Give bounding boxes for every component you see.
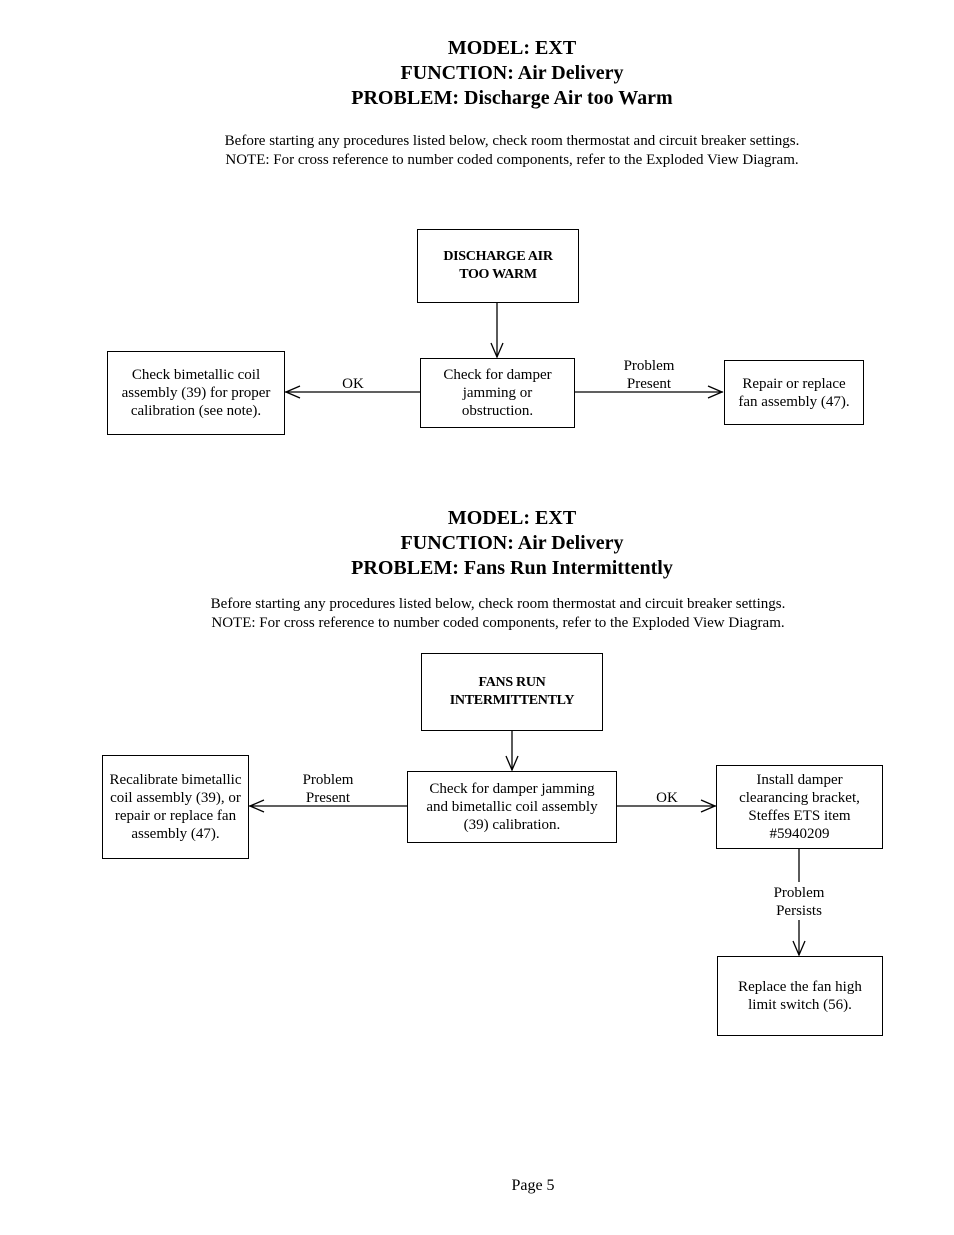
s2-bottom-box: Replace the fan high limit switch (56).	[717, 956, 883, 1036]
s2-right-text: Install damper clearancing bracket, Stef…	[739, 772, 860, 842]
s2-ok-label: OK	[656, 790, 678, 806]
s2-start-text: FANS RUN INTERMITTENTLY	[449, 675, 575, 708]
s1-right-box: Repair or replace fan assembly (47).	[724, 360, 864, 425]
section2-note1: Before starting any procedures listed be…	[210, 596, 786, 612]
s1-left-text: Check bimetallic coil assembly (39) for …	[121, 367, 271, 419]
s2-problem-label-2: Present	[305, 790, 351, 806]
s2-left-box: Recalibrate bimetallic coil assembly (39…	[102, 755, 249, 859]
s2-bottom-text: Replace the fan high limit switch (56).	[738, 979, 862, 1013]
s1-check-text: Check for damper jamming or obstruction.	[443, 367, 552, 419]
s2-persists-label-1: Problem	[759, 884, 839, 902]
s1-problem-label-2: Present	[626, 376, 672, 392]
s2-persists-label-2: Persists	[759, 902, 839, 920]
s1-start-text: DISCHARGE AIR TOO WARM	[443, 249, 553, 282]
s2-check-text: Check for damper jamming and bimetallic …	[426, 781, 598, 833]
s1-right-text: Repair or replace fan assembly (47).	[738, 375, 850, 410]
section2-note2: NOTE: For cross reference to number code…	[211, 615, 785, 631]
s2-problem-label-1: Problem	[302, 772, 354, 788]
s2-left-text: Recalibrate bimetallic coil assembly (39…	[109, 772, 242, 842]
section2-problem: PROBLEM: Fans Run Intermittently	[351, 557, 673, 579]
s1-start-box: DISCHARGE AIR TOO WARM	[417, 229, 579, 303]
section2-model: MODEL: EXT	[447, 507, 577, 529]
s2-check-box: Check for damper jamming and bimetallic …	[407, 771, 617, 843]
s1-check-box: Check for damper jamming or obstruction.	[420, 358, 575, 428]
page-number: Page 5	[511, 1177, 555, 1194]
s1-left-box: Check bimetallic coil assembly (39) for …	[107, 351, 285, 435]
s2-right-box: Install damper clearancing bracket, Stef…	[716, 765, 883, 849]
s1-ok-label: OK	[342, 376, 364, 392]
s1-problem-label-1: Problem	[623, 358, 675, 374]
s2-start-box: FANS RUN INTERMITTENTLY	[421, 653, 603, 731]
section2-function: FUNCTION: Air Delivery	[400, 532, 624, 554]
